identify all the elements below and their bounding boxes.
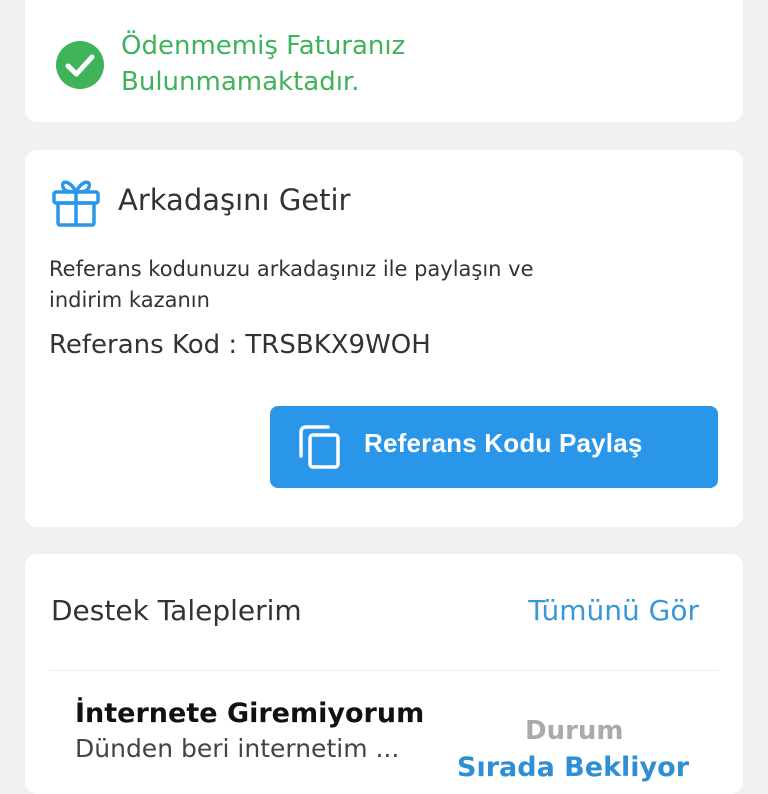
copy-icon: [299, 425, 340, 469]
referral-card: Arkadaşını Getir Referans kodunuzu arkad…: [25, 150, 743, 527]
share-referral-code-label: Referans Kodu Paylaş: [364, 428, 643, 458]
ticket-title: İnternete Giremiyorum: [75, 698, 425, 729]
divider: [49, 670, 719, 671]
invoice-status-card: Ödenmemiş Faturanız Bulunmamaktadır.: [25, 0, 743, 122]
referral-code: Referans Kod : TRSBKX9WOH: [49, 330, 431, 360]
referral-description-line1: Referans kodunuzu arkadaşınız ile paylaş…: [49, 257, 534, 281]
support-requests-card: Destek Taleplerim Tümünü Gör İnternete G…: [25, 554, 743, 794]
gift-icon: [52, 180, 100, 227]
support-requests-title: Destek Taleplerim: [51, 594, 302, 627]
referral-title: Arkadaşını Getir: [118, 183, 351, 217]
invoice-status-text: Ödenmemiş Faturanız Bulunmamaktadır.: [121, 28, 641, 100]
invoice-status-line2: Bulunmamaktadır.: [121, 67, 360, 97]
referral-description-line2: indirim kazanın: [49, 288, 210, 312]
check-circle-icon: [56, 41, 104, 89]
ticket-status-label: Durum: [525, 716, 624, 746]
referral-description: Referans kodunuzu arkadaşınız ile paylaş…: [49, 254, 689, 316]
ticket-subtitle: Dünden beri internetim ...: [75, 734, 400, 763]
share-referral-code-button[interactable]: Referans Kodu Paylaş: [270, 406, 718, 488]
see-all-link[interactable]: Tümünü Gör: [528, 594, 699, 627]
invoice-status-line1: Ödenmemiş Faturanız: [121, 31, 406, 61]
